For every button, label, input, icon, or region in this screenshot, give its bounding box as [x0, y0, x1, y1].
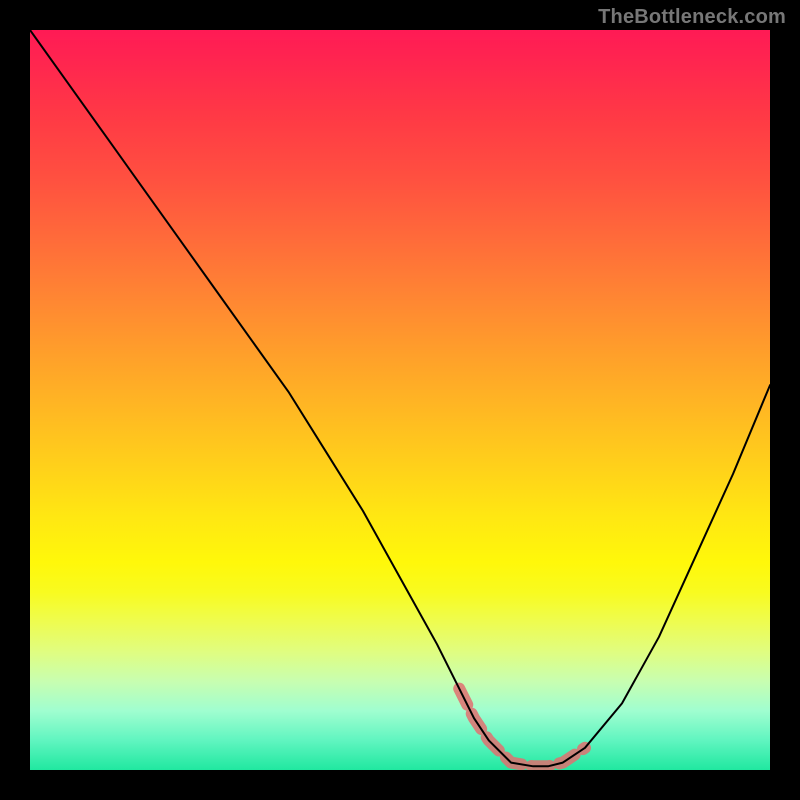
curve-layer [30, 30, 770, 770]
highlight-overlay [459, 689, 585, 767]
chart-frame: TheBottleneck.com [0, 0, 800, 800]
watermark-text: TheBottleneck.com [598, 6, 786, 29]
highlight-dash-icon [459, 689, 585, 767]
plot-area [30, 30, 770, 770]
bottleneck-curve-line [30, 30, 770, 766]
